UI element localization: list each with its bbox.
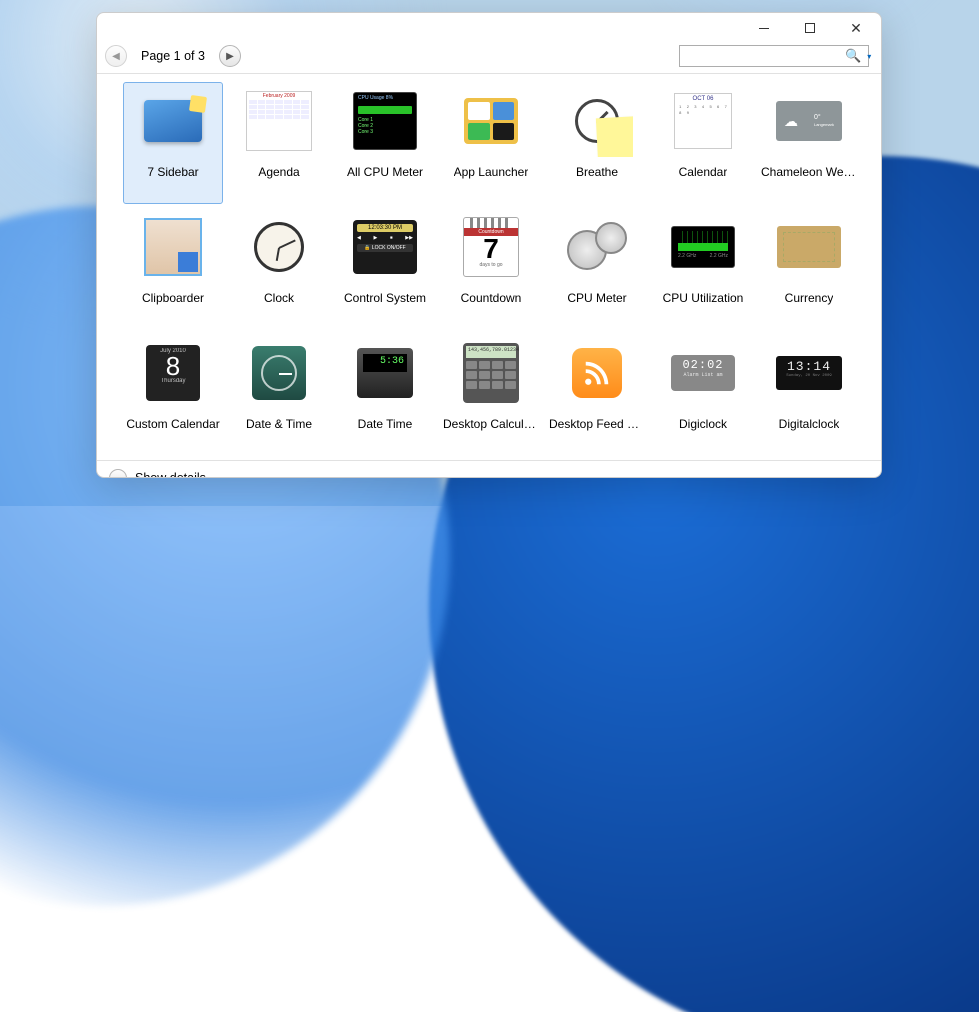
gadget-label: Digiclock [679, 417, 727, 431]
gadget-item[interactable]: February 2009 Agenda [229, 82, 329, 204]
show-details-button[interactable]: ⌄ [109, 469, 127, 478]
gadget-label: Agenda [258, 165, 299, 179]
gadget-label: Calendar [679, 165, 728, 179]
sidebar-icon [137, 85, 209, 157]
gadget-item[interactable]: Desktop Feed Reader [547, 334, 647, 456]
gadget-label: Desktop Calculator [443, 417, 539, 431]
gadget-label: Date Time [358, 417, 413, 431]
gadget-gallery: 7 Sidebar February 2009 Agenda CPU Usage… [97, 74, 881, 460]
datetime2-icon: 5:36 [349, 337, 421, 409]
minimize-button[interactable] [741, 13, 787, 43]
gadget-item[interactable]: 7 Sidebar [123, 82, 223, 204]
applauncher-icon [455, 85, 527, 157]
gadget-gallery-window: ✕ ◀ Page 1 of 3 ▶ 🔍 ▾ 7 Sidebar February… [96, 12, 882, 478]
search-icon[interactable]: 🔍 [845, 48, 861, 64]
prev-page-button[interactable]: ◀ [105, 45, 127, 67]
footer: ⌄ Show details [97, 460, 881, 478]
gadget-label: Countdown [461, 291, 522, 305]
clock-icon [243, 211, 315, 283]
gadget-item[interactable]: 2.2 GHz2.2 GHz CPU Utilization [653, 208, 753, 330]
breathe-icon [561, 85, 633, 157]
gadget-label: Desktop Feed Reader [549, 417, 645, 431]
clipboarder-icon [137, 211, 209, 283]
agenda-icon: February 2009 [243, 85, 315, 157]
allcpu-icon: CPU Usage 8%Core 1Core 2Core 3 [349, 85, 421, 157]
calendar-icon: OCT 06123456789 [667, 85, 739, 157]
gadget-item[interactable]: July 20108Thursday Custom Calendar [123, 334, 223, 456]
gadget-label: Clock [264, 291, 294, 305]
gadget-item[interactable]: Currency [759, 208, 859, 330]
weather-icon: ☁0°Langemark [773, 85, 845, 157]
gadget-label: CPU Meter [567, 291, 626, 305]
gadget-label: Currency [785, 291, 834, 305]
digiclock-icon: 02:02Alarm List am [667, 337, 739, 409]
gadget-label: Digitalclock [779, 417, 840, 431]
gadget-label: All CPU Meter [347, 165, 423, 179]
gadget-label: Custom Calendar [126, 417, 219, 431]
maximize-button[interactable] [787, 13, 833, 43]
controlsystem-icon: 12:03:30 PM◀▶⏹▶▶🔒 LOCK ON/OFF [349, 211, 421, 283]
cpuutil-icon: 2.2 GHz2.2 GHz [667, 211, 739, 283]
gadget-label: Control System [344, 291, 426, 305]
gadget-item[interactable]: 13:14Sunday, 20 Nov 2009 Digitalclock [759, 334, 859, 456]
gadget-item[interactable]: Countdown7days to go Countdown [441, 208, 541, 330]
countdown-icon: Countdown7days to go [455, 211, 527, 283]
gadget-item[interactable]: 02:02Alarm List am Digiclock [653, 334, 753, 456]
search-input[interactable] [686, 47, 841, 65]
cpumeter-icon [561, 211, 633, 283]
search-box[interactable]: 🔍 ▾ [679, 45, 869, 67]
calculator-icon: 143,456,789.01234 [455, 337, 527, 409]
gadget-label: Chameleon Weather [761, 165, 857, 179]
gadget-label: Breathe [576, 165, 618, 179]
window-titlebar: ✕ [97, 13, 881, 43]
show-details-label[interactable]: Show details [135, 471, 206, 478]
gadget-item[interactable]: 12:03:30 PM◀▶⏹▶▶🔒 LOCK ON/OFF Control Sy… [335, 208, 435, 330]
gadget-item[interactable]: 143,456,789.01234 Desktop Calculator [441, 334, 541, 456]
gadget-label: Date & Time [246, 417, 312, 431]
search-dropdown-icon[interactable]: ▾ [865, 52, 873, 61]
currency-icon [773, 211, 845, 283]
gadget-item[interactable]: CPU Meter [547, 208, 647, 330]
close-button[interactable]: ✕ [833, 13, 879, 43]
rss-icon [561, 337, 633, 409]
toolbar: ◀ Page 1 of 3 ▶ 🔍 ▾ [97, 43, 881, 74]
gadget-item[interactable]: OCT 06123456789 Calendar [653, 82, 753, 204]
customcal-icon: July 20108Thursday [137, 337, 209, 409]
gadget-item[interactable]: Clock [229, 208, 329, 330]
page-indicator: Page 1 of 3 [141, 49, 205, 63]
digitalclock-icon: 13:14Sunday, 20 Nov 2009 [773, 337, 845, 409]
gadget-item[interactable]: Date & Time [229, 334, 329, 456]
gadget-label: Clipboarder [142, 291, 204, 305]
gadget-label: App Launcher [454, 165, 529, 179]
datetime-icon [243, 337, 315, 409]
gadget-item[interactable]: App Launcher [441, 82, 541, 204]
gadget-item[interactable]: CPU Usage 8%Core 1Core 2Core 3 All CPU M… [335, 82, 435, 204]
next-page-button[interactable]: ▶ [219, 45, 241, 67]
gadget-label: CPU Utilization [663, 291, 744, 305]
gadget-item[interactable]: Clipboarder [123, 208, 223, 330]
gadget-item[interactable]: ☁0°Langemark Chameleon Weather [759, 82, 859, 204]
gadget-label: 7 Sidebar [147, 165, 198, 179]
gadget-item[interactable]: 5:36 Date Time [335, 334, 435, 456]
gadget-item[interactable]: Breathe [547, 82, 647, 204]
